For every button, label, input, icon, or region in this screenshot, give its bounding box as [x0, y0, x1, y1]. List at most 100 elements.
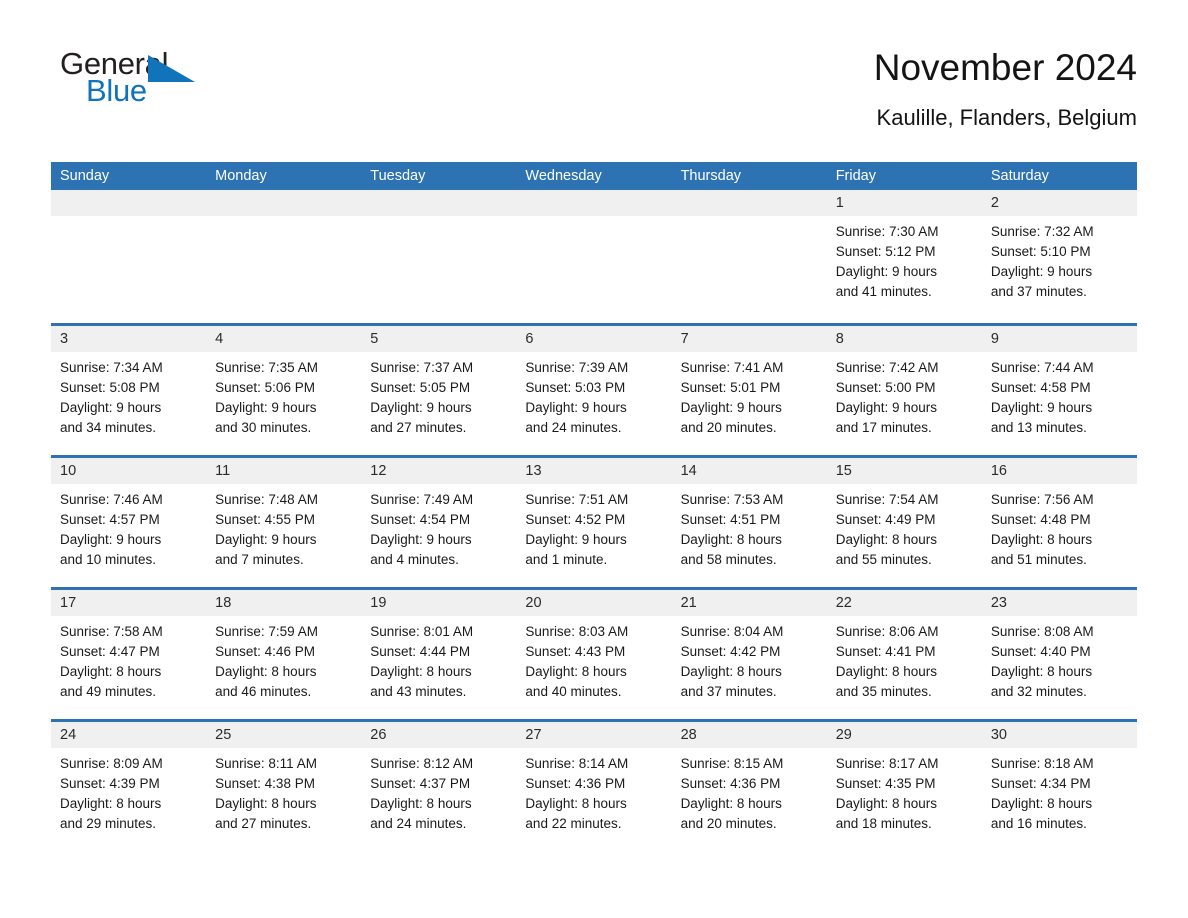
- daylight-text-line2: and 18 minutes.: [835, 816, 932, 831]
- daylight-text-line2: and 4 minutes.: [370, 552, 459, 567]
- day-details: Sunrise: 8:14 AM Sunset: 4:36 PM Daylight:…: [516, 748, 671, 834]
- calendar-day-cell[interactable]: 10 Sunrise: 7:46 AM Sunset: 4:57 PM Dayligh…: [51, 458, 207, 587]
- day-number: 14: [671, 458, 827, 484]
- daylight-text-line1: Daylight: 8 hours: [990, 532, 1093, 547]
- sunrise-text: Sunrise: 7:37 AM: [370, 360, 474, 375]
- sunset-text: Sunset: 5:00 PM: [835, 380, 936, 395]
- sunset-text: Sunset: 4:37 PM: [370, 776, 471, 791]
- day-details: Sunrise: 7:30 AM Sunset: 5:12 PM Daylight:…: [827, 216, 982, 302]
- calendar-day-cell[interactable]: 5 Sunrise: 7:37 AM Sunset: 5:05 PM Daylight…: [361, 326, 517, 455]
- day-details: Sunrise: 8:18 AM Sunset: 4:34 PM Daylight:…: [982, 748, 1137, 834]
- day-number: 29: [826, 722, 982, 748]
- day-details: Sunrise: 8:12 AM Sunset: 4:37 PM Daylight:…: [361, 748, 516, 834]
- sunset-text: Sunset: 4:41 PM: [835, 644, 936, 659]
- calendar-day-cell[interactable]: 23 Sunrise: 8:08 AM Sunset: 4:40 PM Dayligh…: [981, 590, 1137, 719]
- calendar-day-cell[interactable]: 7 Sunrise: 7:41 AM Sunset: 5:01 PM Daylight…: [671, 326, 827, 455]
- calendar-day-cell[interactable]: 15 Sunrise: 7:54 AM Sunset: 4:49 PM Dayligh…: [826, 458, 982, 587]
- day-details: Sunrise: 8:09 AM Sunset: 4:39 PM Daylight:…: [51, 748, 206, 834]
- sunrise-text: Sunrise: 7:32 AM: [990, 224, 1094, 239]
- calendar-day-cell[interactable]: 19 Sunrise: 8:01 AM Sunset: 4:44 PM Dayligh…: [361, 590, 517, 719]
- calendar-day-cell-empty: [671, 190, 827, 323]
- calendar-day-cell[interactable]: 11 Sunrise: 7:48 AM Sunset: 4:55 PM Dayligh…: [206, 458, 362, 587]
- daylight-text-line2: and 51 minutes.: [990, 552, 1087, 567]
- day-details: Sunrise: 8:11 AM Sunset: 4:38 PM Daylight:…: [206, 748, 361, 834]
- calendar-day-cell[interactable]: 9 Sunrise: 7:44 AM Sunset: 4:58 PM Daylight…: [981, 326, 1137, 455]
- day-number: 9: [981, 326, 1137, 352]
- calendar-day-cell[interactable]: 3 Sunrise: 7:34 AM Sunset: 5:08 PM Daylight…: [51, 326, 207, 455]
- calendar-weeks: 1 Sunrise: 7:30 AM Sunset: 5:12 PM Daylight…: [51, 190, 1137, 851]
- calendar-day-cell[interactable]: 13 Sunrise: 7:51 AM Sunset: 4:52 PM Dayligh…: [516, 458, 672, 587]
- sunrise-text: Sunrise: 7:44 AM: [990, 360, 1094, 375]
- sunset-text: Sunset: 4:34 PM: [990, 776, 1091, 791]
- sunset-text: Sunset: 4:55 PM: [215, 512, 315, 527]
- sunrise-text: Sunrise: 7:49 AM: [370, 492, 474, 507]
- daylight-text-line2: and 35 minutes.: [835, 684, 932, 699]
- daylight-text-line1: Daylight: 9 hours: [60, 532, 162, 547]
- calendar-day-cell[interactable]: 2 Sunrise: 7:32 AM Sunset: 5:10 PM Daylight…: [981, 190, 1137, 323]
- calendar-day-cell[interactable]: 1 Sunrise: 7:30 AM Sunset: 5:12 PM Daylight…: [826, 190, 982, 323]
- calendar-day-cell[interactable]: 17 Sunrise: 7:58 AM Sunset: 4:47 PM Dayligh…: [51, 590, 207, 719]
- daylight-text-line1: Daylight: 9 hours: [835, 264, 938, 279]
- daylight-text-line1: Daylight: 9 hours: [60, 400, 162, 415]
- sunset-text: Sunset: 5:05 PM: [370, 380, 471, 395]
- day-details: Sunrise: 7:54 AM Sunset: 4:49 PM Daylight:…: [827, 484, 982, 570]
- daylight-text-line2: and 20 minutes.: [680, 420, 777, 435]
- day-number: 23: [981, 590, 1137, 616]
- daylight-text-line1: Daylight: 9 hours: [525, 532, 627, 547]
- calendar-day-cell-empty: [206, 190, 362, 323]
- daylight-text-line1: Daylight: 8 hours: [835, 664, 938, 679]
- calendar-day-cell[interactable]: 24 Sunrise: 8:09 AM Sunset: 4:39 PM Dayligh…: [51, 722, 207, 851]
- calendar-day-cell[interactable]: 8 Sunrise: 7:42 AM Sunset: 5:00 PM Daylight…: [826, 326, 982, 455]
- sunrise-text: Sunrise: 7:35 AM: [215, 360, 318, 375]
- daylight-text-line1: Daylight: 8 hours: [990, 664, 1093, 679]
- calendar-week-row: 17 Sunrise: 7:58 AM Sunset: 4:47 PM Dayligh…: [51, 587, 1137, 719]
- calendar-day-cell[interactable]: 26 Sunrise: 8:12 AM Sunset: 4:37 PM Dayligh…: [361, 722, 517, 851]
- calendar-day-cell[interactable]: 6 Sunrise: 7:39 AM Sunset: 5:03 PM Daylight…: [516, 326, 672, 455]
- sunrise-text: Sunrise: 8:17 AM: [835, 756, 939, 771]
- sunset-text: Sunset: 4:48 PM: [990, 512, 1091, 527]
- generalblue-logo[interactable]: General Blue: [51, 46, 201, 108]
- day-details: Sunrise: 7:44 AM Sunset: 4:58 PM Daylight:…: [982, 352, 1137, 438]
- calendar-day-cell[interactable]: 22 Sunrise: 8:06 AM Sunset: 4:41 PM Dayligh…: [826, 590, 982, 719]
- calendar-day-cell[interactable]: 29 Sunrise: 8:17 AM Sunset: 4:35 PM Dayligh…: [826, 722, 982, 851]
- day-number: 11: [206, 458, 362, 484]
- day-details: Sunrise: 7:58 AM Sunset: 4:47 PM Daylight:…: [51, 616, 206, 702]
- day-details: Sunrise: 7:39 AM Sunset: 5:03 PM Daylight:…: [516, 352, 671, 438]
- sunset-text: Sunset: 4:58 PM: [990, 380, 1091, 395]
- daylight-text-line1: Daylight: 8 hours: [60, 664, 162, 679]
- calendar-day-cell[interactable]: 16 Sunrise: 7:56 AM Sunset: 4:48 PM Dayligh…: [981, 458, 1137, 587]
- sunset-text: Sunset: 4:51 PM: [680, 512, 781, 527]
- sunset-text: Sunset: 5:10 PM: [990, 244, 1091, 259]
- calendar-day-cell[interactable]: 27 Sunrise: 8:14 AM Sunset: 4:36 PM Dayligh…: [516, 722, 672, 851]
- calendar-day-cell[interactable]: 28 Sunrise: 8:15 AM Sunset: 4:36 PM Dayligh…: [671, 722, 827, 851]
- calendar-day-cell-empty: [516, 190, 672, 323]
- daylight-text-line1: Daylight: 8 hours: [835, 532, 938, 547]
- sunset-text: Sunset: 4:46 PM: [215, 644, 315, 659]
- day-number: [361, 190, 517, 216]
- calendar-day-cell[interactable]: 12 Sunrise: 7:49 AM Sunset: 4:54 PM Dayligh…: [361, 458, 517, 587]
- sunrise-text: Sunrise: 7:42 AM: [835, 360, 939, 375]
- weekday-header-friday: Friday: [835, 168, 876, 184]
- day-details: Sunrise: 8:06 AM Sunset: 4:41 PM Daylight:…: [827, 616, 982, 702]
- calendar-day-cell[interactable]: 25 Sunrise: 8:11 AM Sunset: 4:38 PM Dayligh…: [206, 722, 362, 851]
- sunset-text: Sunset: 4:52 PM: [525, 512, 626, 527]
- daylight-text-line2: and 32 minutes.: [990, 684, 1087, 699]
- daylight-text-line2: and 22 minutes.: [525, 816, 622, 831]
- title-block: November 2024 Kaulille, Flanders, Belgiu…: [874, 46, 1137, 132]
- day-number: 26: [361, 722, 517, 748]
- page-header: General Blue November 2024 Kaulille, Fla…: [51, 0, 1137, 154]
- daylight-text-line1: Daylight: 9 hours: [990, 264, 1093, 279]
- day-number: 16: [981, 458, 1137, 484]
- calendar-day-cell[interactable]: 4 Sunrise: 7:35 AM Sunset: 5:06 PM Daylight…: [206, 326, 362, 455]
- day-details: Sunrise: 7:59 AM Sunset: 4:46 PM Daylight:…: [206, 616, 361, 702]
- sunrise-text: Sunrise: 8:12 AM: [370, 756, 474, 771]
- calendar-day-cell[interactable]: 20 Sunrise: 8:03 AM Sunset: 4:43 PM Dayligh…: [516, 590, 672, 719]
- calendar-day-cell[interactable]: 14 Sunrise: 7:53 AM Sunset: 4:51 PM Dayligh…: [671, 458, 827, 587]
- sunrise-text: Sunrise: 8:11 AM: [215, 756, 317, 771]
- sunrise-text: Sunrise: 8:09 AM: [60, 756, 163, 771]
- calendar-day-cell[interactable]: 30 Sunrise: 8:18 AM Sunset: 4:34 PM Dayligh…: [981, 722, 1137, 851]
- calendar-day-cell[interactable]: 21 Sunrise: 8:04 AM Sunset: 4:42 PM Dayligh…: [671, 590, 827, 719]
- sunset-text: Sunset: 4:44 PM: [370, 644, 471, 659]
- sunset-text: Sunset: 5:01 PM: [680, 380, 781, 395]
- calendar-day-cell[interactable]: 18 Sunrise: 7:59 AM Sunset: 4:46 PM Dayligh…: [206, 590, 362, 719]
